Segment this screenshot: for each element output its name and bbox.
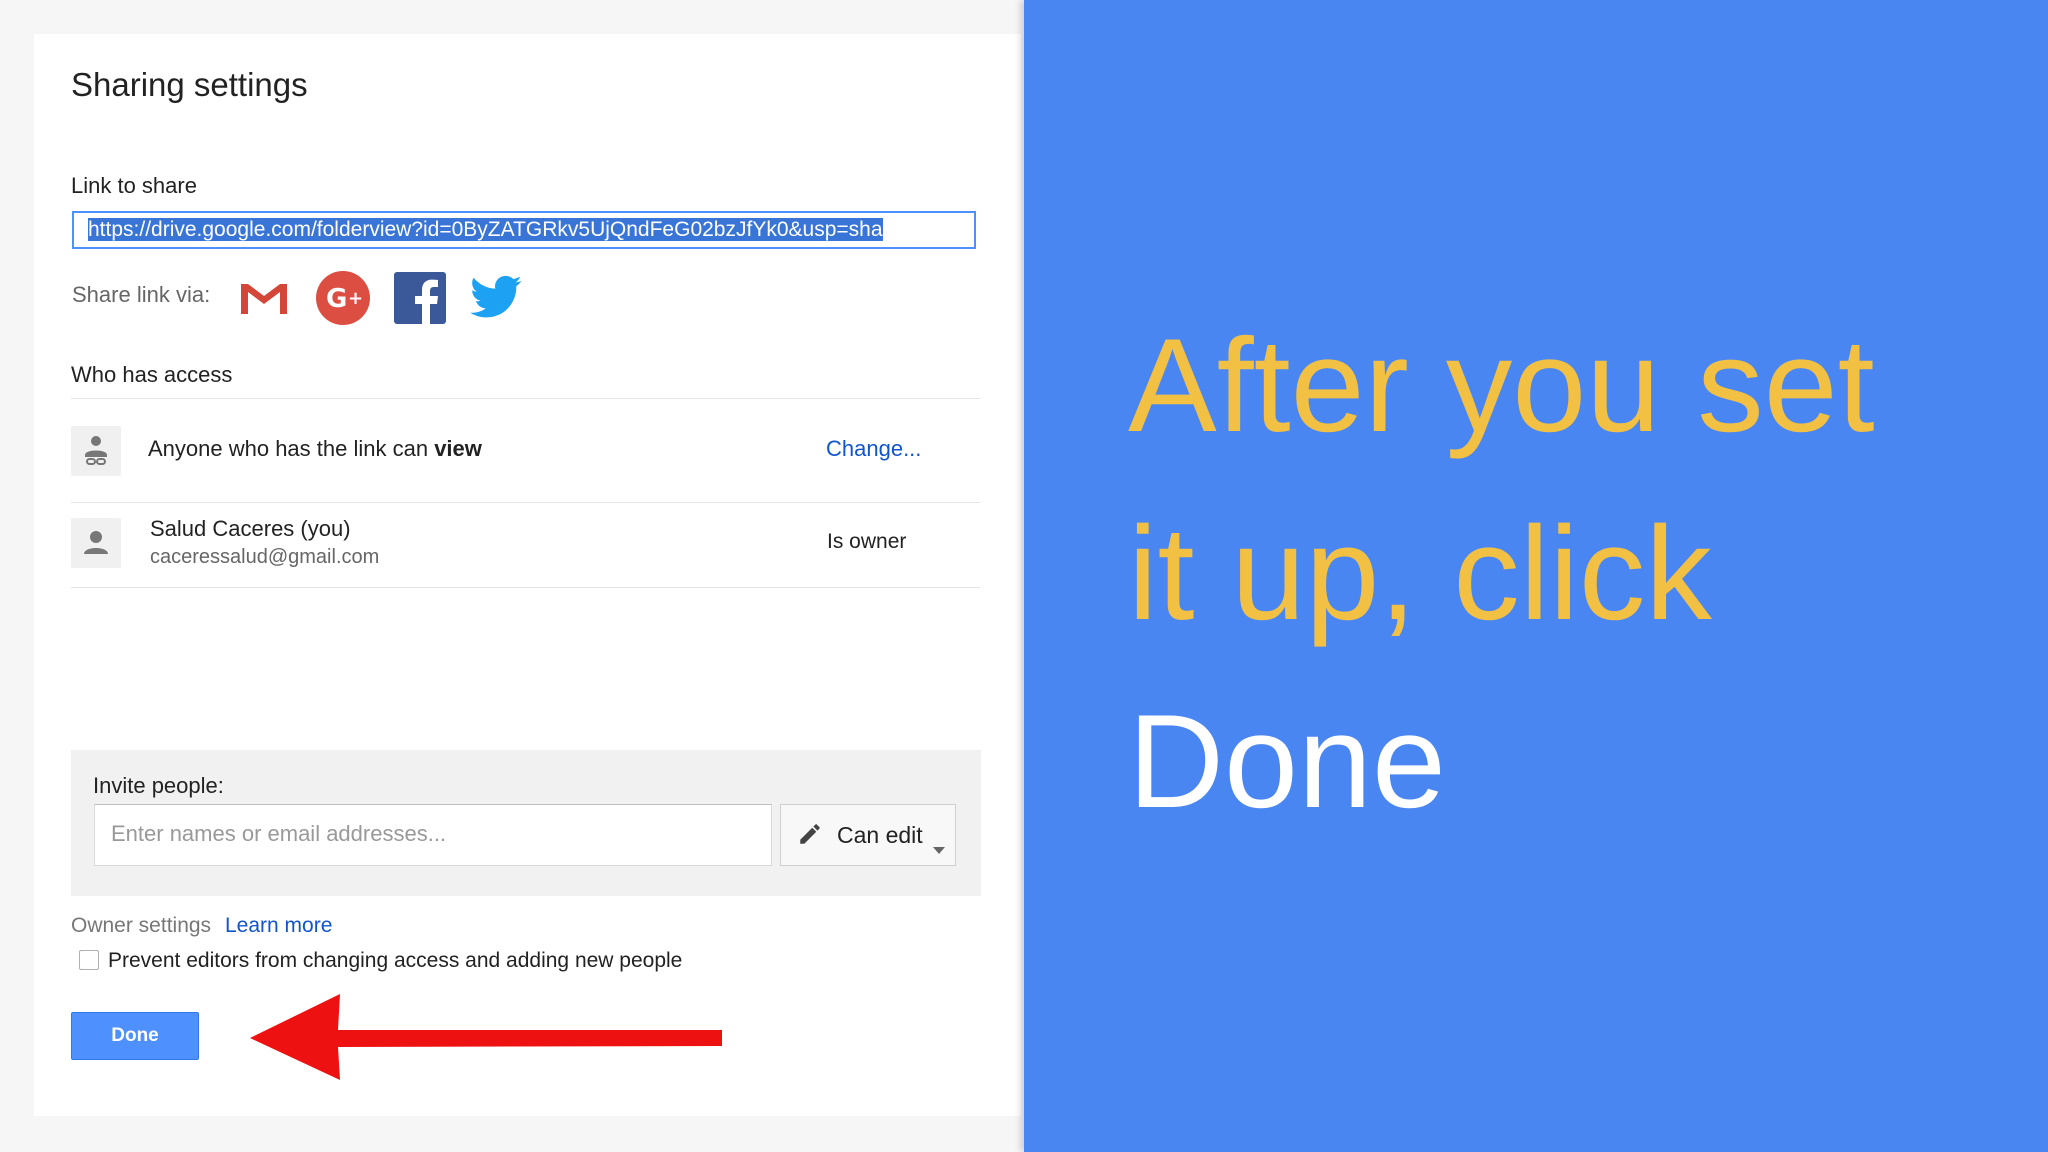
owner-email: caceressalud@gmail.com <box>150 546 380 568</box>
chevron-down-icon <box>933 833 945 860</box>
gmail-icon[interactable] <box>236 270 292 326</box>
google-plus-icon[interactable]: G + <box>315 270 371 326</box>
pencil-icon <box>797 821 823 853</box>
owner-name: Salud Caceres (you) <box>150 516 351 541</box>
link-access-level: view <box>434 436 482 461</box>
prevent-editors-label: Prevent editors from changing access and… <box>108 949 683 972</box>
share-via-label: Share link via: <box>72 282 211 307</box>
svg-text:G: G <box>326 284 347 314</box>
share-link-field[interactable]: https://drive.google.com/folderview?id=0… <box>72 211 976 249</box>
red-arrow-annotation <box>250 990 730 1095</box>
twitter-icon[interactable] <box>468 270 524 326</box>
change-access-link[interactable]: Change... <box>826 436 921 462</box>
permission-dropdown[interactable]: Can edit <box>780 804 956 866</box>
prevent-editors-checkbox[interactable] <box>79 950 99 970</box>
dialog-title: Sharing settings <box>71 66 308 103</box>
caption-line-1: After you set <box>1128 312 1875 460</box>
link-access-prefix: Anyone who has the link can <box>148 436 435 461</box>
link-access-description: Anyone who has the link can view <box>148 436 482 462</box>
share-link-text: https://drive.google.com/folderview?id=0… <box>88 218 883 241</box>
link-to-share-label: Link to share <box>71 173 197 198</box>
invite-people-input[interactable]: Enter names or email addresses... <box>94 804 772 866</box>
owner-avatar <box>71 518 121 568</box>
owner-role: Is owner <box>827 530 907 553</box>
done-button[interactable]: Done <box>71 1012 199 1060</box>
learn-more-link[interactable]: Learn more <box>225 914 332 938</box>
link-access-icon <box>71 426 121 476</box>
caption-line-3: Done <box>1128 688 1446 836</box>
facebook-icon[interactable] <box>392 270 448 326</box>
invite-people-label: Invite people: <box>93 773 224 798</box>
caption-line-2: it up, click <box>1128 500 1712 648</box>
svg-text:+: + <box>348 288 363 309</box>
permission-value: Can edit <box>837 822 923 848</box>
owner-settings-label: Owner settings <box>71 914 212 937</box>
who-has-access-label: Who has access <box>71 362 233 387</box>
divider <box>71 502 980 503</box>
divider <box>71 587 980 588</box>
divider <box>71 398 980 399</box>
